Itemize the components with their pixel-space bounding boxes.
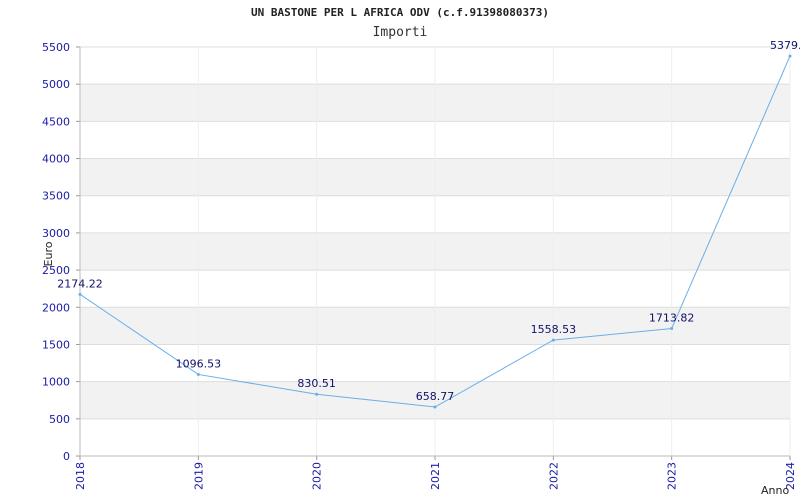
x-tick-label: 2021 — [429, 462, 442, 490]
data-label: 1558.53 — [531, 323, 577, 336]
data-label: 1096.53 — [176, 357, 222, 370]
y-tick-label: 3500 — [42, 190, 70, 203]
data-point — [196, 372, 200, 376]
plot-area: 0500100015002000250030003500400045005000… — [42, 39, 800, 497]
data-point — [551, 338, 555, 342]
y-tick-label: 1500 — [42, 338, 70, 351]
y-tick-label: 500 — [49, 413, 70, 426]
data-point — [433, 405, 437, 409]
data-label: 2174.22 — [57, 277, 103, 290]
data-point — [78, 292, 82, 296]
y-tick-label: 1000 — [42, 376, 70, 389]
y-tick-label: 5000 — [42, 78, 70, 91]
x-tick-label: 2019 — [192, 462, 205, 490]
data-label: 658.77 — [416, 390, 455, 403]
x-tick-label: 2022 — [547, 462, 560, 490]
data-label: 1713.82 — [649, 312, 695, 325]
x-tick-label: 2018 — [74, 462, 87, 490]
data-point — [315, 392, 319, 396]
x-tick-label: 2023 — [666, 462, 679, 490]
y-tick-label: 5500 — [42, 41, 70, 54]
data-label: 5379.8 — [770, 39, 800, 52]
x-tick-label: 2020 — [311, 462, 324, 490]
y-tick-label: 3000 — [42, 227, 70, 240]
chart: UN BASTONE PER L AFRICA ODV (c.f.9139808… — [0, 0, 800, 500]
data-point — [670, 327, 674, 331]
y-tick-label: 4500 — [42, 115, 70, 128]
data-label: 830.51 — [297, 377, 336, 390]
data-point — [788, 54, 792, 58]
y-axis-label: Euro — [42, 241, 55, 266]
y-tick-label: 2000 — [42, 301, 70, 314]
x-axis-label: Anno — [761, 484, 789, 497]
y-tick-label: 4000 — [42, 153, 70, 166]
y-tick-label: 0 — [63, 450, 70, 463]
